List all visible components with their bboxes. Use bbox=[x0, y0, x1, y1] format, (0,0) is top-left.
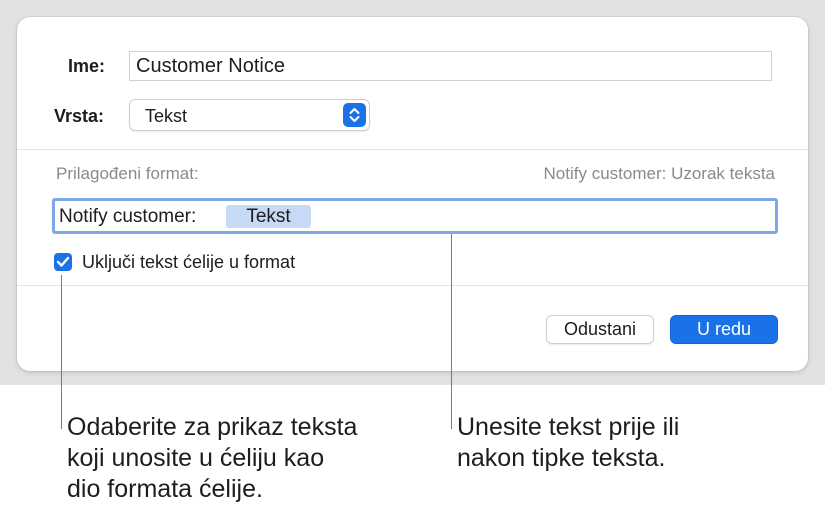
ok-button[interactable]: U redu bbox=[670, 315, 778, 344]
callout-line-right bbox=[451, 234, 452, 429]
format-prefix-text: Notify customer: bbox=[59, 206, 197, 227]
include-cell-text-label[interactable]: Uključi tekst ćelije u format bbox=[82, 252, 295, 273]
chevron-up-down-icon[interactable] bbox=[343, 103, 366, 127]
include-cell-text-checkbox[interactable] bbox=[54, 253, 72, 271]
section-divider-bottom bbox=[17, 285, 808, 286]
section-divider-top bbox=[17, 149, 808, 150]
callout-left-line: dio formata ćelije. bbox=[67, 475, 263, 503]
callout-left: Odaberite za prikaz teksta koji unosite … bbox=[67, 412, 357, 505]
type-label: Vrsta: bbox=[54, 106, 105, 126]
custom-format-label: Prilagođeni format: bbox=[56, 164, 199, 183]
name-label: Ime: bbox=[68, 56, 106, 76]
callout-left-line: Odaberite za prikaz teksta bbox=[67, 413, 358, 441]
callout-right-line: Unesite tekst prije ili bbox=[457, 413, 680, 441]
cancel-button[interactable]: Odustani bbox=[546, 315, 654, 344]
custom-format-dialog: Ime: Customer Notice Vrsta: Tekst Prilag… bbox=[17, 17, 808, 371]
type-select[interactable]: Tekst bbox=[129, 99, 370, 131]
callout-line-left bbox=[61, 275, 62, 429]
callout-left-line: koji unosite u ćeliju kao bbox=[67, 444, 325, 472]
custom-format-field[interactable]: Notify customer: Tekst bbox=[52, 198, 778, 234]
type-select-value: Tekst bbox=[145, 106, 188, 126]
callout-right-line: nakon tipke teksta. bbox=[457, 444, 666, 472]
checkmark-icon bbox=[56, 256, 70, 267]
sample-text-preview: Notify customer: Uzorak teksta bbox=[543, 164, 775, 183]
text-token[interactable]: Tekst bbox=[226, 205, 311, 228]
name-field[interactable]: Customer Notice bbox=[129, 51, 772, 81]
callout-right: Unesite tekst prije ili nakon tipke teks… bbox=[457, 412, 679, 474]
